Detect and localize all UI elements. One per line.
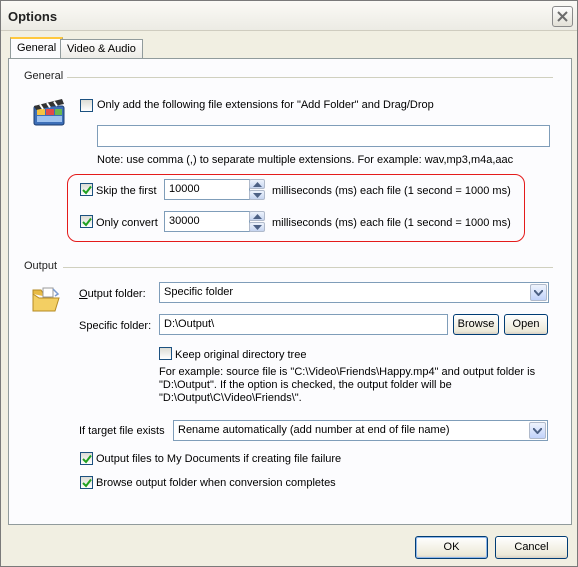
example-line-1: For example: source file is "C:\Video\Fr… <box>159 366 536 378</box>
dropdown-arrow-icon <box>534 290 543 296</box>
keep-tree-checkbox[interactable] <box>159 347 172 360</box>
clapperboard-icon <box>33 99 65 126</box>
skip-first-spin-up[interactable] <box>249 179 265 189</box>
checkmark-icon <box>82 185 92 195</box>
output-folder-label-text: utput folder: <box>87 288 146 300</box>
close-button[interactable] <box>552 6 573 27</box>
spin-down-icon <box>253 225 262 230</box>
dropdown-arrow-icon <box>533 428 542 434</box>
skip-first-input[interactable]: 10000 <box>164 179 250 200</box>
output-folder-dropdown[interactable] <box>530 284 547 301</box>
general-separator <box>67 77 553 78</box>
only-convert-spin-down[interactable] <box>249 222 265 232</box>
checkmark-icon <box>82 478 92 488</box>
output-folder-select[interactable]: Specific folder <box>159 282 549 303</box>
browse-button[interactable]: Browse <box>453 314 499 335</box>
browse-when-done-checkbox[interactable] <box>80 476 93 489</box>
tab-general-label: General <box>17 42 57 54</box>
only-add-extensions-checkbox[interactable] <box>80 99 93 112</box>
dialog-title: Options <box>8 9 58 24</box>
output-folder-label: Output folder: <box>79 288 146 300</box>
only-convert-spin-up[interactable] <box>249 211 265 221</box>
tab-video-audio[interactable]: Video & Audio <box>60 39 143 59</box>
my-documents-checkbox[interactable] <box>80 452 93 465</box>
extensions-note: Note: use comma (,) to separate multiple… <box>97 154 514 166</box>
only-add-extensions-label: Only add the following file extensions f… <box>97 99 434 111</box>
skip-first-label: Skip the first <box>96 185 157 197</box>
tab-video-audio-label: Video & Audio <box>67 43 136 55</box>
browse-when-done-label: Browse output folder when conversion com… <box>96 477 336 489</box>
if-exists-dropdown[interactable] <box>529 422 546 439</box>
only-convert-spinner[interactable] <box>249 211 265 232</box>
close-icon <box>557 11 568 22</box>
skip-first-unit: milliseconds (ms) each file (1 second = … <box>272 185 511 197</box>
output-separator <box>63 267 553 268</box>
if-exists-label: If target file exists <box>79 425 165 437</box>
output-folder-value: Specific folder <box>164 286 234 298</box>
specific-folder-label: Specific folder: <box>79 320 152 332</box>
ok-button[interactable]: OK <box>415 536 488 559</box>
example-line-3: "D:\Output\C\Video\Friends\". <box>159 392 302 404</box>
my-documents-label: Output files to My Documents if creating… <box>96 453 342 465</box>
checkmark-icon <box>82 217 92 227</box>
only-convert-input[interactable]: 30000 <box>164 211 250 232</box>
spin-up-icon <box>253 214 262 219</box>
folder-icon <box>32 287 60 312</box>
keep-tree-label: Keep original directory tree <box>175 349 307 361</box>
only-convert-label: Only convert <box>96 217 158 229</box>
open-button[interactable]: Open <box>504 314 548 335</box>
spin-down-icon <box>253 193 262 198</box>
if-exists-value: Rename automatically (add number at end … <box>178 424 450 436</box>
general-section-label: General <box>24 70 64 82</box>
specific-folder-input[interactable]: D:\Output\ <box>159 314 448 335</box>
only-convert-unit: milliseconds (ms) each file (1 second = … <box>272 217 511 229</box>
tab-general[interactable]: General <box>10 37 64 59</box>
skip-first-spin-down[interactable] <box>249 190 265 200</box>
output-section-label: Output <box>24 260 58 272</box>
extensions-input[interactable] <box>97 125 550 147</box>
options-dialog: Options General Video & Audio General On… <box>0 0 578 567</box>
cancel-button[interactable]: Cancel <box>495 536 568 559</box>
checkmark-icon <box>82 454 92 464</box>
skip-first-checkbox[interactable] <box>80 183 93 196</box>
title-bar: Options <box>1 1 577 31</box>
example-line-2: "D:\Output". If the option is checked, t… <box>159 379 452 391</box>
skip-first-spinner[interactable] <box>249 179 265 200</box>
spin-up-icon <box>253 182 262 187</box>
if-exists-select[interactable]: Rename automatically (add number at end … <box>173 420 548 441</box>
only-convert-checkbox[interactable] <box>80 215 93 228</box>
